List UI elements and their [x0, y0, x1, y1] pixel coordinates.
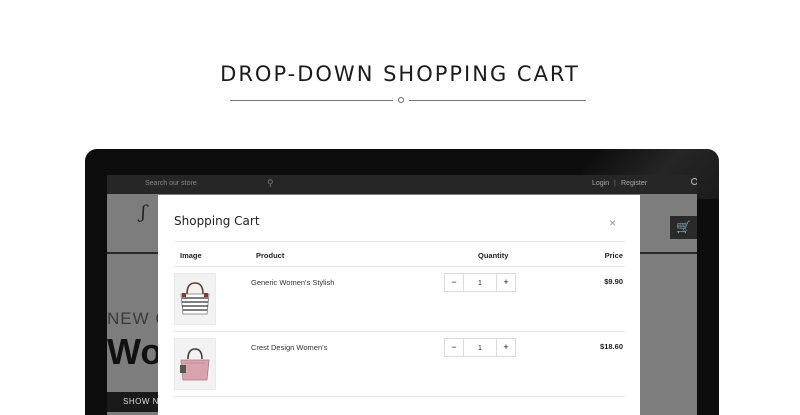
banner-title: Wo [107, 331, 163, 372]
product-name[interactable]: Crest Design Women's [251, 343, 327, 352]
product-name[interactable]: Generic Women's Stylish [251, 278, 334, 287]
product-thumbnail[interactable] [174, 338, 216, 390]
striped-handbag-icon [180, 282, 210, 315]
divider-line-left [230, 100, 393, 101]
title-divider [230, 96, 586, 106]
quantity-input[interactable] [464, 339, 496, 356]
column-header-image: Image [180, 251, 202, 260]
modal-title: Shopping Cart [174, 214, 260, 228]
cart-table: Image Product Quantity Price Generic Wom… [174, 241, 625, 397]
increase-quantity-button[interactable]: + [496, 274, 515, 291]
store-logo[interactable]: ʃ [141, 202, 146, 223]
store-screen: Search our store ⚲ Login | Register ʃ 🛒 … [107, 175, 697, 415]
monitor-frame: Search our store ⚲ Login | Register ʃ 🛒 … [85, 149, 719, 415]
settings-icon[interactable] [691, 178, 697, 185]
table-row: Generic Women's Stylish − + $9.90 [174, 267, 625, 332]
column-header-price: Price [604, 251, 623, 260]
cart-icon[interactable]: 🛒 [670, 216, 697, 239]
column-header-quantity: Quantity [478, 251, 509, 260]
quantity-stepper: − + [444, 338, 516, 357]
table-header: Image Product Quantity Price [174, 241, 625, 267]
store-top-bar: Search our store ⚲ Login | Register [107, 175, 697, 194]
decrease-quantity-button[interactable]: − [445, 274, 464, 291]
divider-dot [398, 97, 404, 103]
product-thumbnail[interactable] [174, 273, 216, 325]
quantity-input[interactable] [464, 274, 496, 291]
divider-line-right [409, 100, 586, 101]
product-price: $18.60 [600, 342, 623, 351]
table-row: Crest Design Women's − + $18.60 [174, 332, 625, 397]
login-link[interactable]: Login [592, 180, 609, 187]
login-register-separator: | [614, 180, 616, 187]
search-icon[interactable]: ⚲ [267, 178, 274, 189]
increase-quantity-button[interactable]: + [496, 339, 515, 356]
register-link[interactable]: Register [621, 180, 647, 187]
close-icon[interactable]: × [609, 216, 616, 230]
column-header-product: Product [256, 251, 285, 260]
shopping-cart-modal: Shopping Cart × Image Product Quantity P… [158, 195, 640, 415]
page-title: DROP-DOWN SHOPPING CART [220, 62, 580, 86]
product-price: $9.90 [604, 277, 623, 286]
search-input[interactable]: Search our store [145, 180, 197, 187]
decrease-quantity-button[interactable]: − [445, 339, 464, 356]
quantity-stepper: − + [444, 273, 516, 292]
pink-handbag-icon [180, 348, 210, 381]
